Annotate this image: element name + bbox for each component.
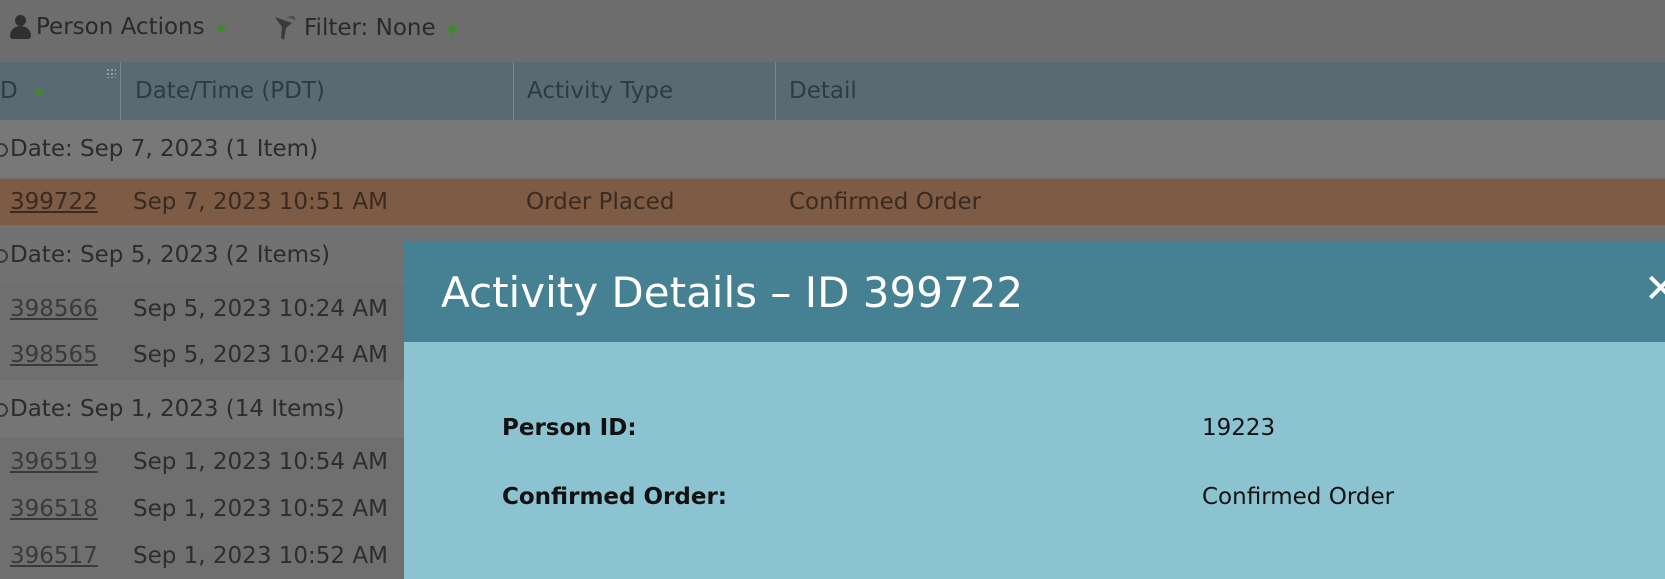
datetime-cell: Sep 5, 2023 10:24 AM [133,342,388,368]
datetime-cell: Sep 1, 2023 10:52 AM [133,543,388,569]
activity-details-dialog: Activity Details – ID 399722 ✕ Person ID… [404,242,1665,579]
datetime-cell: Sep 1, 2023 10:54 AM [133,449,388,475]
activity-id-link[interactable]: 396517 [10,533,98,579]
activity-id-link[interactable]: 398565 [10,332,98,378]
confirmed-order-value: Confirmed Order [1202,484,1395,510]
column-header-datetime[interactable]: Date/Time (PDT) [121,62,325,120]
activity-id-link[interactable]: 396519 [10,439,98,485]
dialog-title: Activity Details – ID 399722 [441,268,1024,317]
funnel-icon [275,16,296,40]
datetime-cell: Sep 1, 2023 10:52 AM [133,496,388,522]
activity-id-link[interactable]: 398566 [10,286,98,332]
collapse-toggle-icon[interactable] [0,249,8,263]
person-id-value: 19223 [1202,415,1276,441]
toolbar: Person Actions Filter: None [0,0,1665,62]
activity-id-link[interactable]: 399722 [10,179,98,225]
close-icon[interactable]: ✕ [1644,266,1665,312]
datetime-cell: Sep 7, 2023 10:51 AM [133,189,388,215]
chevron-down-icon [445,25,458,35]
group-row[interactable]: Date: Sep 7, 2023 (1 Item) [0,120,1665,178]
group-label: Date: Sep 5, 2023 (2 Items) [10,242,331,268]
activity-type-cell: Order Placed [526,189,675,215]
group-label: Date: Sep 7, 2023 (1 Item) [10,136,319,162]
collapse-toggle-icon[interactable] [0,143,8,157]
chevron-down-icon [33,89,46,98]
confirmed-order-label: Confirmed Order: [502,484,727,510]
group-label: Date: Sep 1, 2023 (14 Items) [10,396,345,422]
table-row[interactable]: 399722 Sep 7, 2023 10:51 AM Order Placed… [0,179,1665,225]
datetime-cell: Sep 5, 2023 10:24 AM [133,296,388,322]
column-resize-grip[interactable] [106,68,116,78]
dialog-header: Activity Details – ID 399722 ✕ [404,242,1665,342]
collapse-toggle-icon[interactable] [0,403,8,417]
activity-id-link[interactable]: 396518 [10,486,98,532]
column-header-detail[interactable]: Detail [775,62,857,120]
filter-label: Filter: None [304,15,436,41]
column-header-activity-type[interactable]: Activity Type [513,62,673,120]
detail-cell: Confirmed Order [789,189,982,215]
column-header-id[interactable]: D [0,62,120,120]
chevron-down-icon [214,24,227,34]
person-actions-menu[interactable]: Person Actions [10,14,227,40]
person-icon [10,15,31,39]
person-id-label: Person ID: [502,415,637,441]
person-actions-label: Person Actions [36,14,205,40]
table-header: D Date/Time (PDT) Activity Type Detail [0,62,1665,120]
filter-menu[interactable]: Filter: None [272,14,458,42]
